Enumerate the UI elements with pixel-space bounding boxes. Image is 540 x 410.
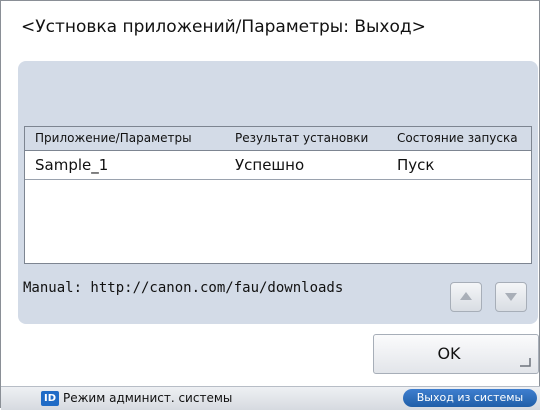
triangle-down-icon xyxy=(505,293,517,301)
page-title: <Устновка приложений/Параметры: Выход> xyxy=(21,17,426,37)
status-bar: ID Режим админист. системы Выход из сист… xyxy=(1,386,540,410)
screen-frame: <Устновка приложений/Параметры: Выход> П… xyxy=(0,0,540,410)
id-badge-icon: ID xyxy=(41,391,59,406)
enter-corner-icon xyxy=(520,358,531,367)
cell-install-result: Успешно xyxy=(235,156,305,174)
column-header-start-state: Состояние запуска xyxy=(397,131,518,145)
ok-button-label: OK xyxy=(437,344,461,363)
manual-link-text: Manual: http://canon.com/fau/downloads xyxy=(23,280,344,296)
table-row[interactable]: Sample_1 Успешно Пуск xyxy=(25,151,531,180)
scroll-down-button[interactable] xyxy=(495,282,527,312)
table-header: Приложение/Параметры Результат установки… xyxy=(25,127,531,151)
ok-button[interactable]: OK xyxy=(373,334,539,374)
applications-table: Приложение/Параметры Результат установки… xyxy=(24,126,532,264)
triangle-up-icon xyxy=(460,292,472,300)
scroll-up-button[interactable] xyxy=(450,282,482,312)
cell-application-name: Sample_1 xyxy=(35,156,109,174)
cell-start-state: Пуск xyxy=(397,156,435,174)
logout-button[interactable]: Выход из системы xyxy=(403,389,537,407)
column-header-application: Приложение/Параметры xyxy=(35,131,192,145)
admin-mode-label: Режим админист. системы xyxy=(63,391,233,405)
column-header-install-result: Результат установки xyxy=(235,131,369,145)
